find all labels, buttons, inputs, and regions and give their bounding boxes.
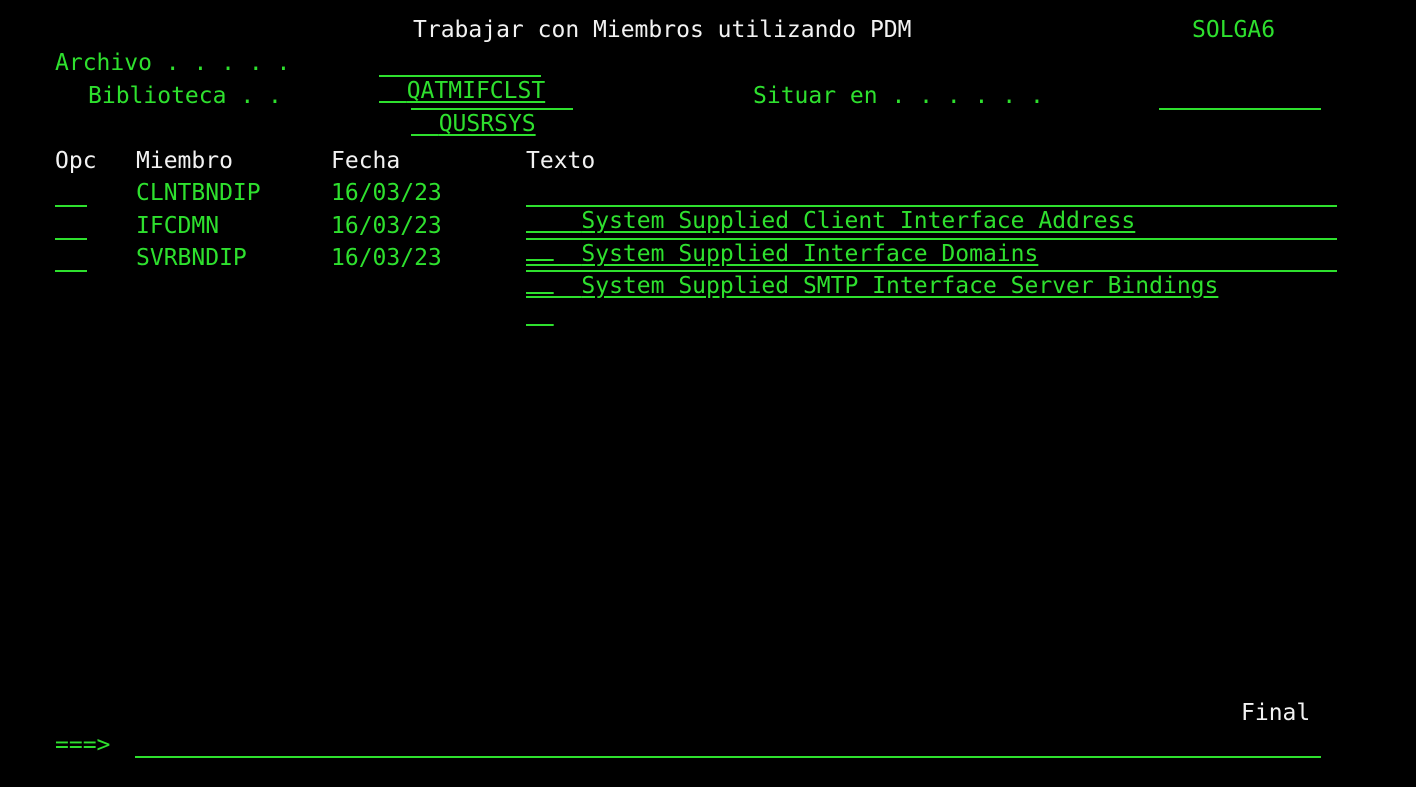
column-header-fecha: Fecha	[331, 148, 401, 174]
command-prompt: ===>	[55, 732, 111, 758]
column-header-miembro: Miembro	[136, 148, 233, 174]
situar-field[interactable]	[1159, 82, 1321, 110]
member-date: 16/03/23	[331, 245, 442, 271]
member-text: System Supplied SMTP Interface Server Bi…	[581, 273, 1219, 299]
member-text-field[interactable]: System Supplied SMTP Interface Server Bi…	[526, 244, 1337, 299]
column-header-opc: Opc	[55, 148, 97, 174]
option-input[interactable]	[55, 244, 87, 272]
member-text-field[interactable]: System Supplied Interface Domains	[526, 212, 1337, 267]
list-status: Final	[1241, 700, 1311, 726]
column-header-texto: Texto	[526, 148, 596, 174]
command-input[interactable]	[135, 730, 1321, 758]
system-name: SOLGA6	[1192, 17, 1276, 43]
member-date: 16/03/23	[331, 180, 442, 206]
archivo-field[interactable]: QATMIFCLST	[379, 49, 545, 104]
biblioteca-field[interactable]: QUSRSYS	[411, 82, 573, 137]
biblioteca-label: Biblioteca . .	[88, 83, 282, 109]
biblioteca-value: QUSRSYS	[438, 111, 536, 137]
screen-title: Trabajar con Miembros utilizando PDM	[413, 17, 912, 43]
member-text-field[interactable]: System Supplied Client Interface Address	[526, 179, 1337, 234]
member-name: CLNTBNDIP	[136, 180, 261, 206]
situar-label: Situar en . . . . . .	[753, 83, 1044, 109]
option-input[interactable]	[55, 179, 87, 207]
member-name: IFCDMN	[136, 213, 220, 239]
option-input[interactable]	[55, 212, 87, 240]
member-name: SVRBNDIP	[136, 245, 247, 271]
member-date: 16/03/23	[331, 213, 442, 239]
archivo-label: Archivo . . . . .	[55, 50, 291, 76]
